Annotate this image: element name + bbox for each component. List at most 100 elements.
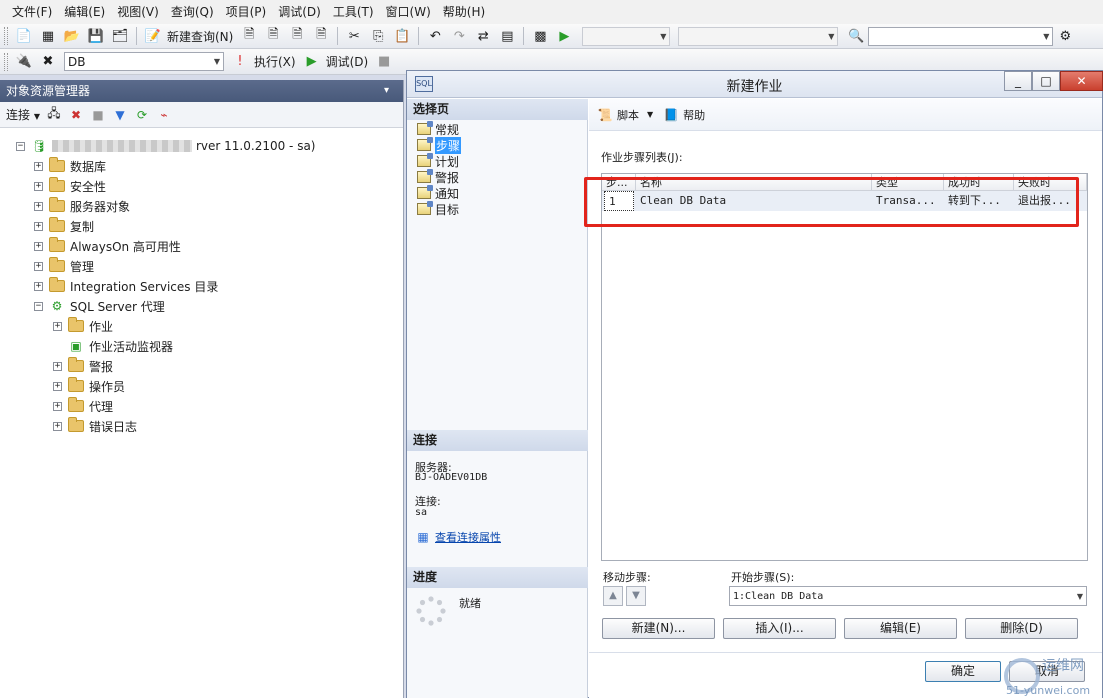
menu-debug[interactable]: 调试(D): [272, 0, 327, 24]
delete-step-button[interactable]: 删除(D): [965, 618, 1078, 639]
tree-node-security[interactable]: + 安全性: [34, 176, 106, 196]
find-select[interactable]: ▼: [868, 26, 1054, 46]
connect-icon[interactable]: 🔌: [14, 52, 34, 72]
tree-node-integration-services[interactable]: + Integration Services 目录: [34, 276, 218, 296]
navigate-icon[interactable]: ⇄: [473, 26, 493, 46]
menu-file[interactable]: 文件(F): [6, 0, 58, 24]
view-connection-link[interactable]: 查看连接属性: [435, 529, 501, 545]
menu-window[interactable]: 窗口(W): [380, 0, 437, 24]
connect-dropdown[interactable]: 连接 ▼: [6, 106, 40, 123]
xmla-query-icon[interactable]: 🗎: [311, 26, 331, 46]
page-general[interactable]: 常规: [417, 121, 459, 137]
expand-icon[interactable]: +: [34, 281, 43, 291]
column-header-step[interactable]: 步...: [602, 174, 636, 191]
new-query-button[interactable]: 新建查询(N): [167, 28, 233, 45]
page-targets[interactable]: 目标: [417, 201, 459, 217]
filter-icon[interactable]: ▼: [112, 107, 128, 123]
script-button[interactable]: 脚本: [617, 107, 639, 123]
edit-step-button[interactable]: 编辑(E): [844, 618, 957, 639]
expand-icon[interactable]: +: [34, 201, 43, 211]
cell-on-success[interactable]: 转到下...: [944, 191, 1014, 211]
new-step-button[interactable]: 新建(N)...: [602, 618, 715, 639]
tree-node-replication[interactable]: + 复制: [34, 216, 94, 236]
close-button[interactable]: ✕: [1060, 71, 1103, 91]
page-steps[interactable]: 步骤: [417, 136, 462, 154]
expand-icon[interactable]: +: [53, 381, 62, 391]
paste-icon[interactable]: 📋: [392, 26, 412, 46]
maximize-button[interactable]: □: [1032, 71, 1060, 91]
tree-node-proxies[interactable]: + 代理: [53, 396, 113, 416]
new-query-icon[interactable]: 📝: [143, 26, 163, 46]
platform-select[interactable]: ▼: [678, 26, 839, 46]
save-icon[interactable]: 💾: [86, 26, 106, 46]
expand-icon[interactable]: +: [34, 161, 43, 171]
expand-icon[interactable]: +: [53, 361, 62, 371]
expand-icon[interactable]: +: [34, 221, 43, 231]
column-header-name[interactable]: 名称: [636, 174, 872, 191]
debug-run-icon[interactable]: ▶: [302, 52, 322, 72]
panel-menu-icon[interactable]: ▾: [384, 80, 403, 102]
ok-button[interactable]: 确定: [925, 661, 1001, 682]
add-item-icon[interactable]: ▦: [38, 26, 58, 46]
redo-icon[interactable]: ↷: [449, 26, 469, 46]
copy-icon[interactable]: ⎘: [368, 26, 388, 46]
debug-target-icon[interactable]: ▤: [497, 26, 517, 46]
refresh-icon[interactable]: ⟳: [134, 107, 150, 123]
undo-icon[interactable]: ↶: [425, 26, 445, 46]
expand-icon[interactable]: +: [53, 421, 62, 431]
collapse-icon[interactable]: −: [34, 301, 43, 311]
column-header-type[interactable]: 类型: [872, 174, 944, 191]
cut-icon[interactable]: ✂: [344, 26, 364, 46]
new-project-icon[interactable]: 📄: [14, 26, 34, 46]
expand-icon[interactable]: +: [34, 241, 43, 251]
tree-node-databases[interactable]: + 数据库: [34, 156, 106, 176]
column-header-on-failure[interactable]: 失败时: [1014, 174, 1087, 191]
menu-help[interactable]: 帮助(H): [437, 0, 491, 24]
disconnect-server-icon[interactable]: ✖: [68, 107, 84, 123]
debug-button[interactable]: 调试(D): [326, 53, 369, 70]
page-schedules[interactable]: 计划: [417, 153, 459, 169]
tree-node-sql-agent[interactable]: − ⚙ SQL Server 代理: [34, 296, 165, 316]
collapse-icon[interactable]: −: [16, 141, 25, 151]
move-down-button[interactable]: ▼: [626, 586, 646, 606]
solution-config-select[interactable]: ▼: [582, 26, 671, 46]
expand-icon[interactable]: +: [34, 261, 43, 271]
activity-icon[interactable]: ⌁: [156, 107, 172, 123]
chevron-down-icon[interactable]: ▼: [647, 110, 653, 119]
expand-icon[interactable]: +: [53, 401, 62, 411]
cell-on-failure[interactable]: 退出报...: [1014, 191, 1087, 211]
page-alerts[interactable]: 警报: [417, 169, 459, 185]
tree-node-jobs[interactable]: + 作业: [53, 316, 113, 336]
view-connection-properties[interactable]: ▦ 查看连接属性: [415, 529, 501, 545]
tree-node-error-logs[interactable]: + 错误日志: [53, 416, 137, 436]
toolbar-grip[interactable]: [4, 52, 8, 71]
db-engine-query-icon[interactable]: 🗎: [239, 26, 259, 46]
page-notifications[interactable]: 通知: [417, 185, 459, 201]
tree-node-alwayson[interactable]: + AlwaysOn 高可用性: [34, 236, 181, 256]
open-folder-icon[interactable]: 📂: [62, 26, 82, 46]
disconnect-icon[interactable]: ✖: [38, 52, 58, 72]
cell-name[interactable]: Clean DB Data: [636, 191, 872, 211]
start-icon[interactable]: ▶: [554, 26, 574, 46]
help-button[interactable]: 帮助: [683, 107, 705, 123]
activity-monitor-icon[interactable]: ▩: [530, 26, 550, 46]
tree-node-alerts[interactable]: + 警报: [53, 356, 113, 376]
save-all-icon[interactable]: 🗂: [110, 26, 130, 46]
stop-icon[interactable]: ■: [90, 107, 106, 123]
minimize-button[interactable]: _: [1004, 71, 1032, 91]
connect-server-icon[interactable]: 🖧: [46, 106, 62, 123]
database-select[interactable]: DB ▼: [64, 52, 224, 71]
column-header-on-success[interactable]: 成功时: [944, 174, 1014, 191]
tree-node-server-objects[interactable]: + 服务器对象: [34, 196, 130, 216]
cancel-query-icon[interactable]: ■: [374, 52, 394, 72]
move-up-button[interactable]: ▲: [603, 586, 623, 606]
insert-step-button[interactable]: 插入(I)...: [723, 618, 836, 639]
tree-node-server[interactable]: − 🛢 rver 11.0.2100 - sa): [16, 136, 315, 156]
menu-project[interactable]: 项目(P): [220, 0, 273, 24]
menu-view[interactable]: 视图(V): [111, 0, 165, 24]
expand-icon[interactable]: +: [53, 321, 62, 331]
execute-icon[interactable]: !: [230, 52, 250, 72]
menu-tools[interactable]: 工具(T): [327, 0, 380, 24]
expand-icon[interactable]: +: [34, 181, 43, 191]
tree-node-operators[interactable]: + 操作员: [53, 376, 125, 396]
